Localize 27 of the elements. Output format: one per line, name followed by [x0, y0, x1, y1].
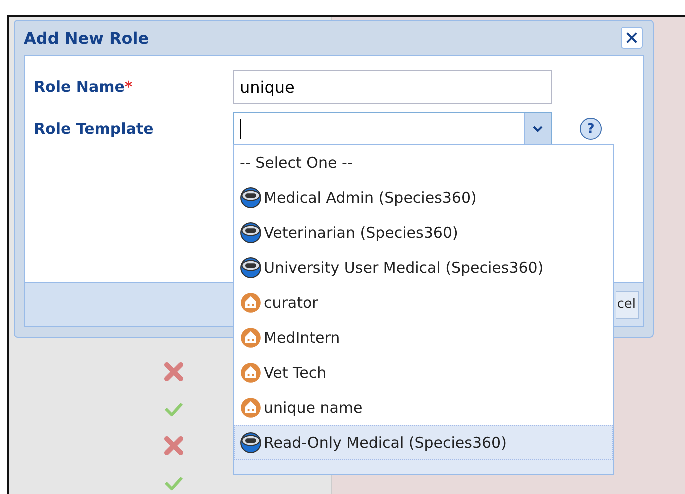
field-label: Role Name* [34, 78, 134, 96]
globe-icon [240, 186, 262, 209]
close-button[interactable] [621, 27, 643, 49]
caret-icon [533, 124, 543, 134]
house-icon [240, 292, 262, 314]
dropdown-item[interactable]: MedIntern [234, 320, 613, 356]
dropdown-item[interactable]: unique name [234, 390, 613, 426]
house-icon [240, 326, 262, 349]
dropdown-item[interactable]: curator [234, 285, 613, 320]
role-name-field[interactable]: unique [233, 70, 552, 104]
field-label: Role Template [34, 120, 155, 138]
resize-handle[interactable] [234, 460, 613, 474]
cancel-button[interactable]: cel [616, 290, 639, 318]
house-icon [240, 396, 262, 419]
dropdown-item[interactable]: University User Medical (Species360) [234, 250, 613, 286]
dropdown-item[interactable]: Read-Only Medical (Species360) [234, 425, 613, 460]
dropdown-item[interactable]: Veterinarian (Species360) [234, 215, 613, 250]
house-icon [240, 362, 262, 384]
dropdown-item[interactable]: Medical Admin (Species360) [234, 180, 613, 216]
dropdown-item[interactable]: Vet Tech [234, 355, 613, 390]
dropdown-item[interactable]: -- Select One -- [234, 145, 613, 180]
dialog-title: Add New Role [24, 28, 150, 48]
globe-icon [240, 222, 262, 244]
globe-icon [240, 256, 262, 279]
globe-icon [240, 432, 262, 454]
close-icon [625, 31, 639, 45]
help-icon[interactable]: ? [580, 118, 602, 140]
